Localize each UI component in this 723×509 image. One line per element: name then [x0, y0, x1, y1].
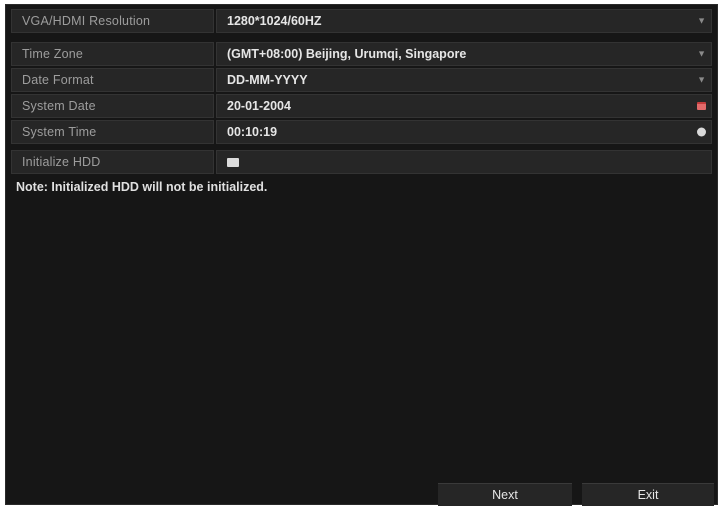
time-zone-select[interactable]: (GMT+08:00) Beijing, Urumqi, Singapore ▼: [216, 42, 712, 66]
system-time-label: System Time: [11, 120, 214, 144]
initialize-hdd-label: Initialize HDD: [11, 150, 214, 174]
system-date-row: System Date 20-01-2004: [11, 94, 712, 118]
setup-wizard-panel: VGA/HDMI Resolution 1280*1024/60HZ ▼ Tim…: [5, 4, 718, 506]
date-format-value: DD-MM-YYYY: [227, 73, 308, 87]
initialize-hdd-cell: [216, 150, 712, 174]
chevron-down-icon[interactable]: ▼: [697, 75, 706, 85]
resolution-row: VGA/HDMI Resolution 1280*1024/60HZ ▼: [11, 9, 712, 33]
system-time-row: System Time 00:10:19: [11, 120, 712, 144]
time-zone-value: (GMT+08:00) Beijing, Urumqi, Singapore: [227, 47, 467, 61]
system-date-label: System Date: [11, 94, 214, 118]
date-format-label: Date Format: [11, 68, 214, 92]
note-text: Note: Initialized HDD will not be initia…: [16, 180, 268, 194]
system-time-value: 00:10:19: [227, 125, 278, 139]
system-date-field[interactable]: 20-01-2004: [216, 94, 712, 118]
system-time-field[interactable]: 00:10:19: [216, 120, 712, 144]
date-format-row: Date Format DD-MM-YYYY ▼: [11, 68, 712, 92]
date-format-select[interactable]: DD-MM-YYYY ▼: [216, 68, 712, 92]
clock-icon[interactable]: [697, 127, 706, 137]
time-zone-row: Time Zone (GMT+08:00) Beijing, Urumqi, S…: [11, 42, 712, 66]
time-zone-label: Time Zone: [11, 42, 214, 66]
chevron-down-icon[interactable]: ▼: [697, 49, 706, 59]
resolution-label: VGA/HDMI Resolution: [11, 9, 214, 33]
resolution-value: 1280*1024/60HZ: [227, 14, 322, 28]
resolution-select[interactable]: 1280*1024/60HZ ▼: [216, 9, 712, 33]
exit-button[interactable]: Exit: [582, 483, 714, 506]
next-button[interactable]: Next: [438, 483, 572, 506]
chevron-down-icon[interactable]: ▼: [697, 16, 706, 26]
initialize-hdd-checkbox[interactable]: [227, 157, 239, 167]
calendar-icon[interactable]: [697, 102, 706, 110]
system-date-value: 20-01-2004: [227, 99, 291, 113]
initialize-hdd-row: Initialize HDD: [11, 150, 712, 174]
